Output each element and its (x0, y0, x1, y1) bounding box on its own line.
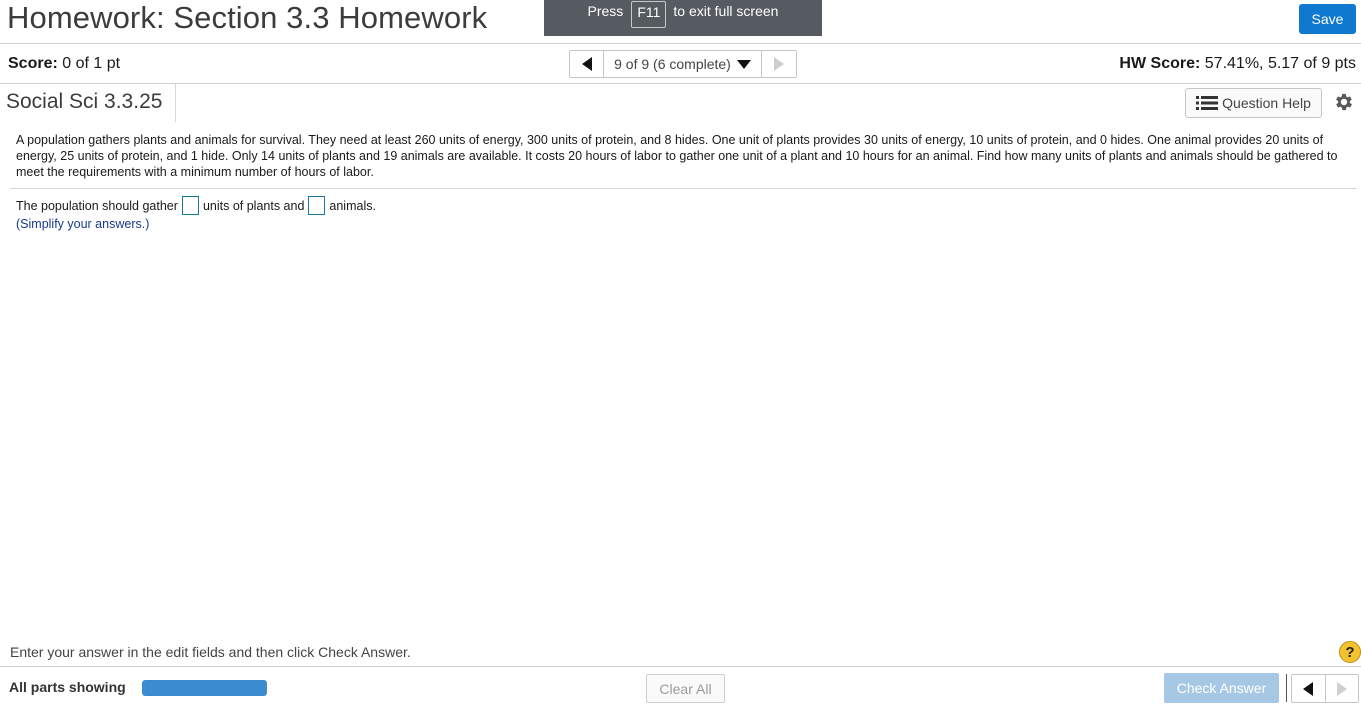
simplify-hint: (Simplify your answers.) (16, 217, 150, 231)
plants-answer-input[interactable] (181, 196, 199, 215)
clear-all-button[interactable]: Clear All (646, 674, 725, 703)
chevron-left-icon (581, 57, 592, 71)
answer-text-3: animals. (329, 198, 376, 213)
fullscreen-press-text: Press (587, 3, 624, 19)
header-divider (0, 43, 1361, 44)
parts-progress-fill (142, 680, 267, 696)
question-help-button[interactable]: Question Help (1185, 88, 1322, 118)
hw-score-value: 57.41%, 5.17 of 9 pts (1204, 55, 1356, 72)
parts-progress-bar (142, 680, 267, 696)
chevron-right-icon (774, 57, 784, 71)
check-answer-button[interactable]: Check Answer (1164, 673, 1279, 703)
page-title: Homework: Section 3.3 Homework (7, 0, 488, 35)
gear-icon[interactable] (1333, 91, 1355, 113)
previous-question-button[interactable] (570, 51, 604, 77)
fullscreen-exit-text: to exit full screen (673, 3, 779, 19)
hw-score-label: HW Score: (1119, 55, 1201, 72)
save-button[interactable]: Save (1299, 4, 1356, 34)
question-help-label: Question Help (1222, 95, 1311, 111)
question-divider (10, 188, 1356, 189)
score: Score: 0 of 1 pt (8, 55, 120, 73)
footer-nav-separator (1286, 674, 1287, 702)
answer-line: The population should gather units of pl… (16, 196, 376, 215)
scorebar-divider (0, 83, 1361, 84)
score-label: Score: (8, 55, 58, 72)
question-dropdown[interactable]: 9 of 9 (6 complete) (604, 51, 762, 77)
question-position: 9 of 9 (6 complete) (614, 56, 731, 72)
next-question-button[interactable] (762, 51, 796, 77)
instruction-text: Enter your answer in the edit fields and… (10, 644, 411, 660)
footer-previous-button[interactable] (1292, 675, 1326, 702)
caret-down-icon (736, 59, 751, 69)
question-navigator: 9 of 9 (6 complete) (569, 50, 797, 78)
f11-key: F11 (631, 1, 667, 28)
score-value: 0 of 1 pt (62, 55, 121, 72)
hw-score: HW Score: 57.41%, 5.17 of 9 pts (1119, 55, 1356, 73)
all-parts-label: All parts showing (9, 679, 126, 695)
answer-text-1: The population should gather (16, 198, 178, 213)
question-id: Social Sci 3.3.25 (6, 90, 163, 113)
animals-answer-input[interactable] (308, 196, 326, 215)
question-text: A population gathers plants and animals … (16, 133, 1338, 179)
list-icon (1196, 96, 1219, 110)
footer-navigator (1291, 674, 1359, 703)
answer-text-2: units of plants and (202, 198, 305, 213)
help-icon[interactable]: ? (1339, 641, 1361, 663)
chevron-left-icon (1303, 681, 1314, 696)
footer-divider (0, 666, 1361, 667)
fullscreen-banner: Press F11 to exit full screen (544, 0, 822, 36)
chevron-right-icon (1336, 681, 1347, 696)
question-id-divider (175, 84, 176, 122)
footer-next-button[interactable] (1326, 675, 1359, 702)
